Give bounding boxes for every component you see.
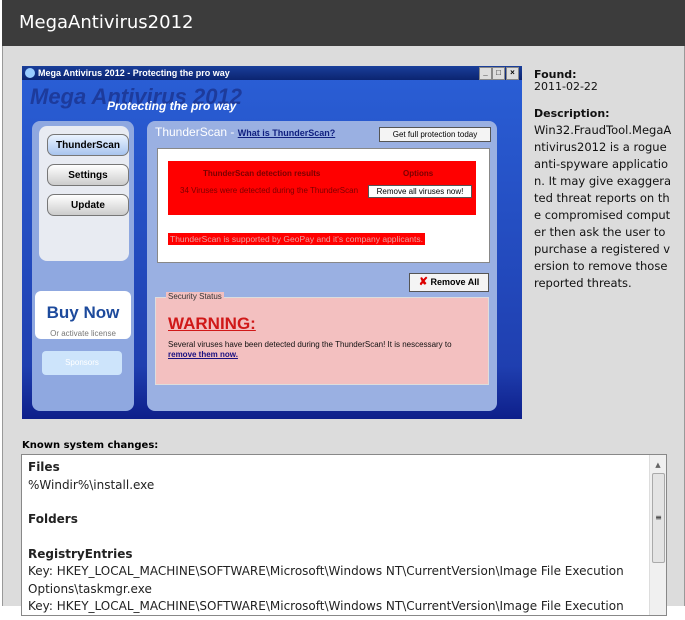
options-header: Options — [403, 169, 434, 178]
known-changes-box[interactable]: Files %Windir%\install.exe Folders Regis… — [21, 454, 667, 616]
file-item: %Windir%\install.exe — [28, 477, 155, 492]
result-text: 34 Viruses were detected during the Thun… — [180, 186, 359, 195]
buy-now-banner: Buy Now Or activate license — [35, 291, 131, 339]
sponsors: Sponsors — [42, 351, 122, 375]
scrollbar-thumb[interactable]: ≡ — [652, 473, 665, 563]
registry-item: Key: HKEY_LOCAL_MACHINE\SOFTWARE\Microso… — [28, 599, 624, 613]
window-title: Mega Antivirus 2012 - Protecting the pro… — [38, 68, 230, 78]
buy-now: Buy Now — [46, 303, 120, 322]
section-title: ThunderScan - — [155, 125, 238, 139]
maximize-icon: □ — [492, 67, 505, 80]
description-text: Win32.FraudTool.MegaAntivirus2012 is a r… — [534, 123, 672, 290]
minimize-icon: _ — [479, 67, 492, 80]
nav-settings: Settings — [47, 164, 129, 186]
supported-text: ThunderScan is supported by GeoPay and i… — [168, 233, 425, 245]
window-titlebar: Mega Antivirus 2012 - Protecting the pro… — [22, 66, 522, 80]
nav-menu: ThunderScan Settings Update — [39, 126, 129, 261]
remove-all-button: ✘ Remove All — [409, 273, 489, 292]
scrollbar[interactable]: ▲ ≡ — [649, 455, 666, 615]
what-is-link: What is ThunderScan? — [237, 128, 336, 138]
registry-heading: RegistryEntries — [28, 546, 133, 561]
page-title: MegaAntivirus2012 — [2, 0, 685, 46]
get-protection-button: Get full protection today — [379, 127, 491, 142]
scroll-up-icon[interactable]: ▲ — [650, 457, 666, 475]
registry-item: Key: HKEY_LOCAL_MACHINE\SOFTWARE\Microso… — [28, 564, 624, 596]
warning-text: Several viruses have been detected durin… — [168, 340, 452, 359]
x-icon: ✘ — [418, 276, 428, 288]
files-heading: Files — [28, 460, 60, 474]
activate-license: Or activate license — [50, 329, 116, 338]
known-changes-label: Known system changes: — [22, 440, 159, 451]
nav-update: Update — [47, 194, 129, 216]
malware-screenshot: Mega Antivirus 2012 - Protecting the pro… — [22, 66, 522, 419]
results-header: ThunderScan detection results — [203, 169, 321, 178]
results-table: ThunderScan detection results Options 34… — [168, 161, 476, 215]
remove-all-viruses-button: Remove all viruses now! — [368, 185, 472, 198]
tagline: Protecting the pro way — [107, 99, 237, 113]
info-column: Found: 2011-02-22 Description: Win32.Fra… — [534, 66, 674, 292]
results-box: ThunderScan detection results Options 34… — [157, 148, 490, 263]
remove-link: remove them now. — [168, 350, 238, 359]
description-label: Description: — [534, 107, 610, 120]
warning-heading: WARNING: — [168, 314, 256, 333]
security-status: Security Status WARNING: Several viruses… — [155, 292, 489, 385]
main-panel: ThunderScan - What is ThunderScan? Get f… — [147, 121, 497, 411]
shield-icon — [25, 68, 35, 78]
nav-thunderscan: ThunderScan — [47, 134, 129, 156]
security-status-label: Security Status — [166, 292, 224, 301]
close-icon: × — [506, 67, 519, 80]
found-date: 2011-02-22 — [534, 80, 598, 93]
folders-heading: Folders — [28, 512, 78, 526]
left-panel: ThunderScan Settings Update Buy Now Or ac… — [32, 121, 134, 411]
